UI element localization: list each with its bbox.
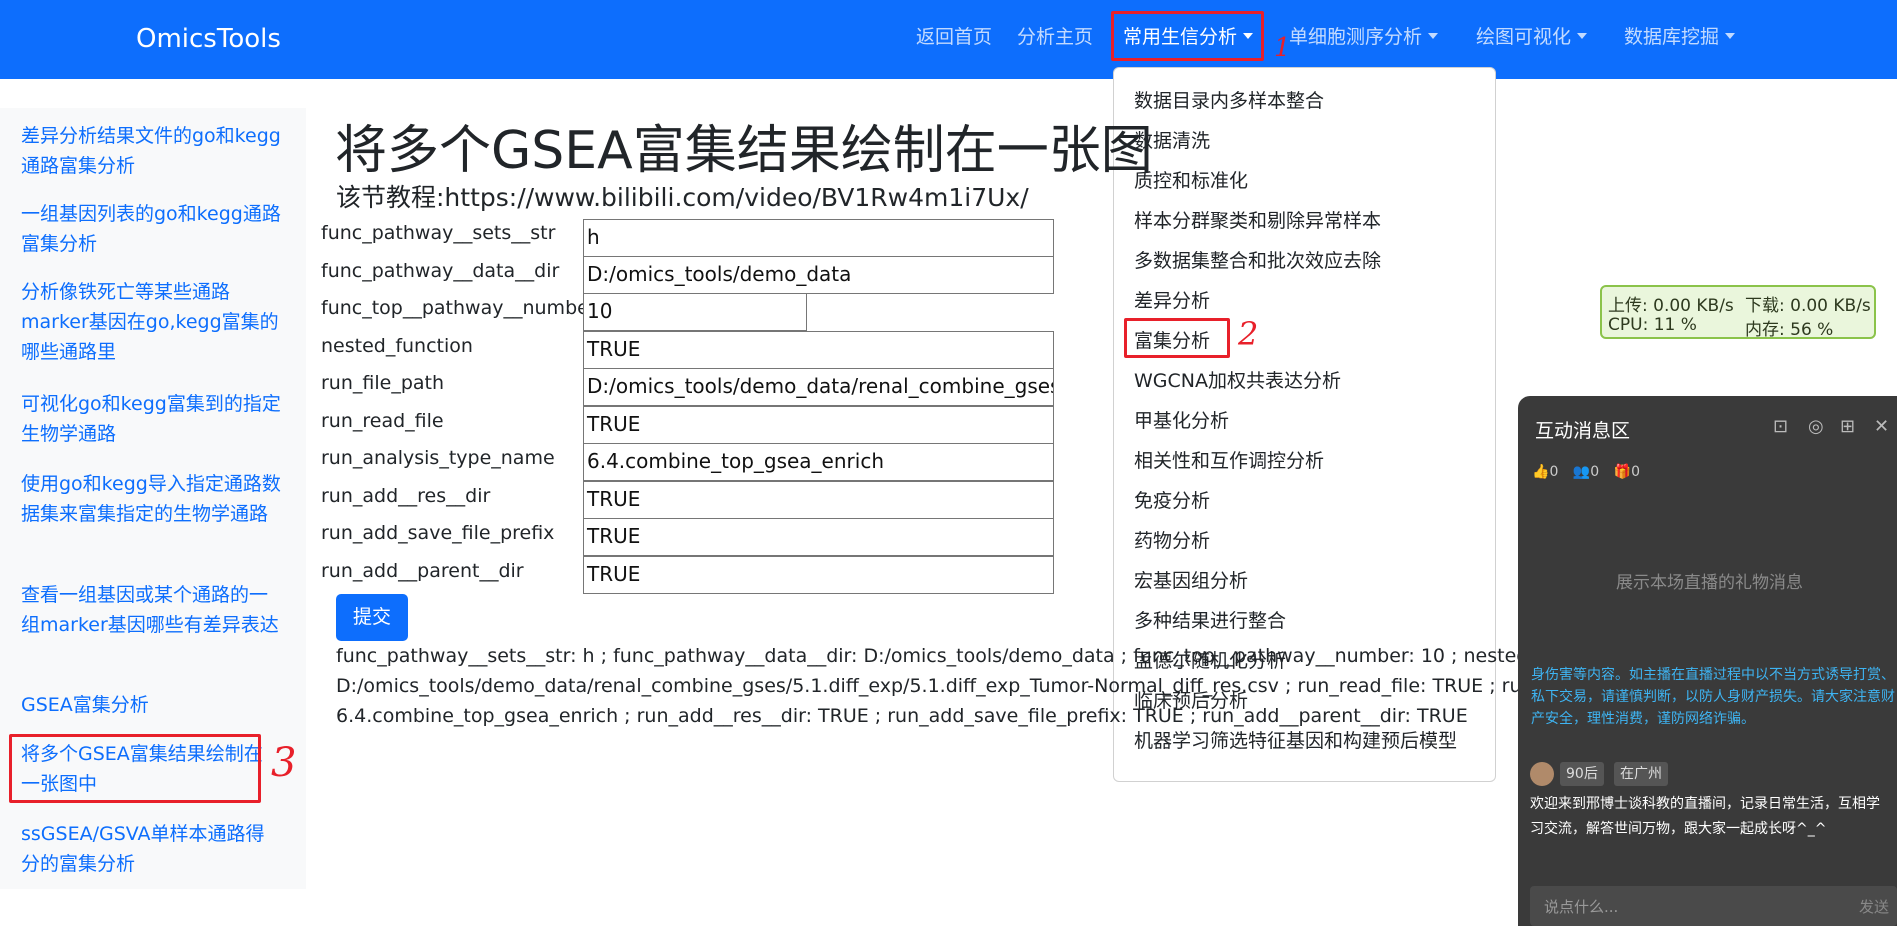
annotation-box-1 [1111,11,1264,61]
menu-item-multi-sample-merge[interactable]: 数据目录内多样本整合 [1134,86,1324,113]
chat-title: 互动消息区 [1535,420,1631,442]
field-input-run-read-file[interactable]: TRUE [583,406,1054,444]
brand-logo[interactable]: OmicsTools [136,24,281,54]
field-label-nested-function: nested_function [321,335,473,357]
likes-count: 0 [1549,464,1559,480]
annotation-box-2 [1124,318,1230,358]
nav-single-cell[interactable]: 单细胞测序分析 [1289,22,1439,49]
close-icon[interactable]: ✕ [1874,416,1889,437]
menu-item-machine-learning[interactable]: 机器学习筛选特征基因和构建预后模型 [1134,726,1457,753]
menu-item-result-integration[interactable]: 多种结果进行整合 [1134,606,1286,633]
menu-item-correlation[interactable]: 相关性和互作调控分析 [1134,446,1324,473]
sidebar-item-gene-list-go-kegg[interactable]: 一组基因列表的go和kegg通路富集分析 [21,199,281,259]
cpu-usage: CPU: 11 % [1608,315,1697,335]
network-monitor-widget[interactable]: 上传: 0.00 KB/s 下载: 0.00 KB/s CPU: 11 % 内存… [1600,285,1876,340]
avatar[interactable] [1530,762,1554,786]
page-title: 将多个GSEA富集结果绘制在一张图 [335,121,1153,181]
gifts-count: 0 [1631,464,1640,480]
field-label-add-parent-dir: run_add__parent__dir [321,560,524,582]
nav-visualization-label: 绘图可视化 [1476,26,1572,48]
menu-item-immune[interactable]: 免疫分析 [1134,486,1210,513]
field-input-run-file-path[interactable]: D:/omics_tools/demo_data/renal_combine_g… [583,368,1054,406]
tutorial-link: 该节教程:https://www.bilibili.com/video/BV1R… [336,183,1029,212]
annotation-box-3 [9,734,261,803]
field-label-pathway-sets: func_pathway__sets__str [321,222,556,244]
sidebar-item-visualize-pathway[interactable]: 可视化go和kegg富集到的指定生物学通路 [21,389,281,449]
welcome-message: 欢迎来到邢博士谈科教的直播间，记录日常生活，互相学习交流，解答世间万物，跟大家一… [1530,796,1880,837]
resize-icon[interactable]: ⊞ [1840,416,1855,437]
menu-item-drug[interactable]: 药物分析 [1134,526,1210,553]
field-input-analysis-type-name[interactable]: 6.4.combine_top_gsea_enrich [583,443,1054,481]
chat-input[interactable]: 说点什么... 发送 [1530,886,1897,926]
send-button[interactable]: 发送 [1859,896,1889,917]
field-input-add-parent-dir[interactable]: TRUE [583,556,1054,594]
nav-database-mining[interactable]: 数据库挖掘 [1624,22,1736,49]
tag-age: 90后 [1560,762,1604,786]
sidebar-item-gsea[interactable]: GSEA富集分析 [21,690,281,720]
users-count: 0 [1590,464,1600,480]
sidebar-item-marker-diff[interactable]: 查看一组基因或某个通路的一组marker基因哪些有差异表达 [21,580,281,640]
menu-item-batch-effect[interactable]: 多数据集整合和批次效应去除 [1134,246,1381,273]
field-input-pathway-data-dir[interactable]: D:/omics_tools/demo_data [583,256,1054,294]
navbar: OmicsTools 返回首页 分析主页 常用生信分析 单细胞测序分析 绘图可视… [0,0,1897,79]
sidebar-item-marker-pathway[interactable]: 分析像铁死亡等某些通路marker基因在go,kegg富集的哪些通路里 [21,277,281,367]
menu-item-wgcna[interactable]: WGCNA加权共表达分析 [1134,366,1341,393]
gift-icon: 🎁 [1613,464,1632,480]
chat-stats: 👍0 👥0 🎁0 [1532,464,1640,480]
sidebar-item-ssgsea-gsva[interactable]: ssGSEA/GSVA单样本通路得分的富集分析 [21,819,281,879]
chat-empty-message: 展示本场直播的礼物消息 [1616,573,1803,593]
chat-warning: 身伤害等内容。如主播在直播过程中以不当方式诱导打赏、私下交易，请谨慎判断，以防人… [1531,667,1895,727]
field-label-pathway-data-dir: func_pathway__data__dir [321,260,560,282]
nav-analysis-home[interactable]: 分析主页 [1017,22,1093,49]
field-label-add-save-file-prefix: run_add_save_file_prefix [321,522,555,544]
chevron-down-icon [1577,33,1588,39]
field-label-top-pathway-number: func_top__pathway__number [321,297,586,319]
tag-city: 在广州 [1614,762,1668,786]
field-input-top-pathway-number[interactable]: 10 [583,293,807,331]
menu-item-sample-clustering[interactable]: 样本分群聚类和剔除异常样本 [1134,206,1381,233]
field-input-pathway-sets[interactable]: h [583,219,1054,257]
settings-icon[interactable]: ◎ [1808,416,1824,437]
download-speed: 下载: 0.00 KB/s [1745,296,1871,316]
sidebar-item-diff-go-kegg[interactable]: 差异分析结果文件的go和kegg通路富集分析 [21,121,281,181]
thumbs-up-icon: 👍 [1532,464,1550,480]
nav-home[interactable]: 返回首页 [916,22,992,49]
chevron-down-icon [1428,33,1439,39]
chevron-down-icon [1725,33,1736,39]
submit-button[interactable]: 提交 [336,594,408,641]
users-icon: 👥 [1572,464,1591,480]
chat-panel: 互动消息区 ⊡ ◎ ⊞ ✕ 👍0 👥0 🎁0 展示本场直播的礼物消息 身伤害等内… [1518,396,1897,926]
chat-input-placeholder: 说点什么... [1544,898,1619,916]
nav-database-mining-label: 数据库挖掘 [1624,26,1720,48]
nav-visualization[interactable]: 绘图可视化 [1476,22,1588,49]
upload-speed: 上传: 0.00 KB/s [1608,296,1734,316]
sidebar-item-import-pathway[interactable]: 使用go和kegg导入指定通路数据集来富集指定的生物学通路 [21,469,281,529]
nav-single-cell-label: 单细胞测序分析 [1289,26,1423,48]
unlock-icon[interactable]: ⊡ [1773,416,1788,437]
field-input-nested-function[interactable]: TRUE [583,331,1054,369]
menu-item-metagenome[interactable]: 宏基因组分析 [1134,566,1248,593]
field-label-add-res-dir: run_add__res__dir [321,485,491,507]
annotation-number-2: 2 [1238,315,1259,353]
menu-item-methylation[interactable]: 甲基化分析 [1134,406,1229,433]
result-line-3: 6.4.combine_top_gsea_enrich ; run_add__r… [336,705,1468,727]
field-label-run-read-file: run_read_file [321,410,444,432]
menu-item-diff-analysis[interactable]: 差异分析 [1134,286,1210,313]
field-label-run-file-path: run_file_path [321,372,445,394]
field-input-add-res-dir[interactable]: TRUE [583,481,1054,519]
annotation-number-1: 1 [1274,33,1291,63]
field-input-add-save-file-prefix[interactable]: TRUE [583,518,1054,556]
field-label-analysis-type-name: run_analysis_type_name [321,447,555,469]
memory-usage: 内存: 56 % [1745,320,1834,340]
annotation-number-3: 3 [271,740,297,786]
